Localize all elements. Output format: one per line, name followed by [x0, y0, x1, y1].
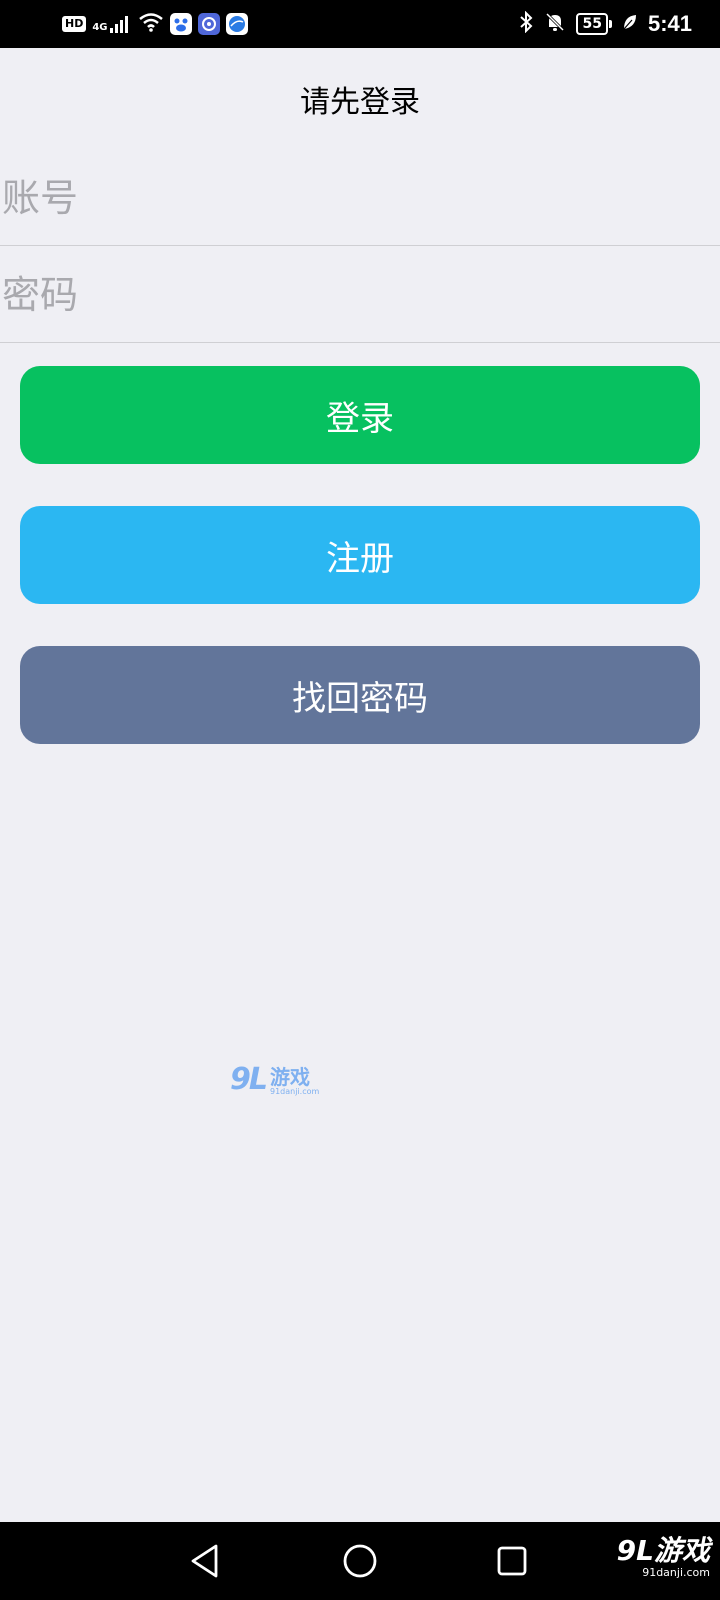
- status-left: HD 4G: [62, 12, 248, 36]
- navbar-watermark-text: 9L游戏: [616, 1534, 710, 1567]
- mute-bell-icon: [544, 11, 566, 37]
- home-circle-icon[interactable]: [339, 1540, 381, 1582]
- watermark-text: 游戏: [270, 1065, 310, 1089]
- watermark-url: 91danji.com: [270, 1087, 320, 1096]
- recent-square-icon[interactable]: [491, 1540, 533, 1582]
- bluetooth-icon: [518, 10, 534, 37]
- watermark-text-group: 游戏 91danji.com: [270, 1067, 319, 1097]
- baidu-app-icon: [169, 13, 192, 35]
- page-title: 请先登录: [300, 85, 420, 120]
- login-button[interactable]: 登录: [20, 366, 700, 464]
- navbar-watermark: 9L游戏 91danji.com: [617, 1536, 710, 1580]
- network-type-label: 4G: [92, 22, 108, 33]
- hd-icon: HD: [62, 16, 87, 32]
- password-field: [0, 247, 720, 343]
- navigation-bar: 9L游戏 91danji.com: [0, 1522, 720, 1600]
- account-field: [0, 150, 720, 246]
- signal-icon: 4G: [92, 15, 131, 33]
- navbar-watermark-url: 91danji.com: [642, 1566, 710, 1579]
- back-triangle-icon[interactable]: [184, 1540, 226, 1582]
- music-app-icon: [197, 13, 220, 35]
- status-bar: HD 4G 55 5:41: [0, 0, 720, 48]
- page-header: 请先登录: [0, 48, 720, 150]
- forgot-password-button[interactable]: 找回密码: [20, 646, 700, 744]
- watermark-logo: 9L: [230, 1062, 268, 1097]
- register-button[interactable]: 注册: [20, 506, 700, 604]
- browser-app-icon: [225, 13, 248, 35]
- watermark: 9L 游戏 91danji.com: [230, 1062, 319, 1097]
- battery-icon: 55: [576, 13, 613, 35]
- password-input[interactable]: [0, 247, 720, 342]
- status-right: 55 5:41: [518, 10, 692, 38]
- account-input[interactable]: [0, 150, 720, 245]
- clock: 5:41: [647, 11, 692, 36]
- wifi-icon: [138, 12, 164, 36]
- leaf-icon: [622, 13, 638, 35]
